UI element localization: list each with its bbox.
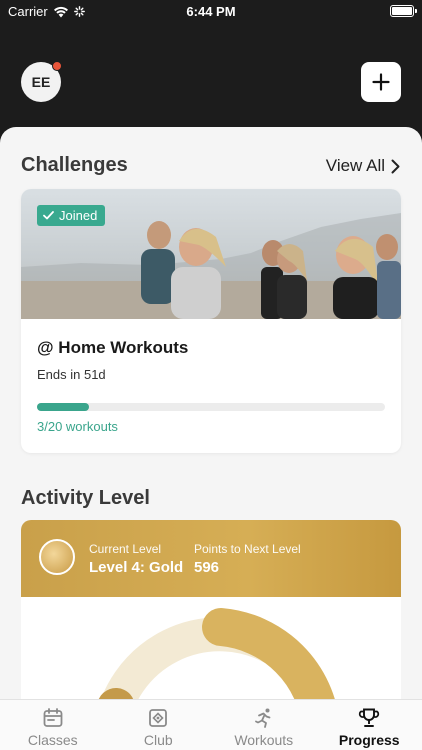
club-icon bbox=[149, 709, 168, 727]
points-label: Points to Next Level bbox=[194, 542, 301, 556]
trophy-icon bbox=[359, 708, 380, 727]
tab-label-workouts: Workouts bbox=[234, 732, 294, 748]
runner-icon bbox=[254, 708, 271, 728]
main-sheet: Challenges View All Joined @ Home Workou… bbox=[0, 127, 422, 750]
activity-level-title: Activity Level bbox=[21, 487, 150, 509]
tab-label-club: Club bbox=[143, 732, 173, 748]
tab-workouts[interactable]: Workouts bbox=[211, 700, 317, 750]
avatar[interactable]: EE bbox=[21, 61, 62, 102]
tab-classes[interactable]: Classes bbox=[0, 700, 106, 750]
notification-dot bbox=[52, 61, 62, 71]
view-all-label: View All bbox=[325, 156, 385, 175]
check-icon bbox=[43, 211, 54, 220]
plus-icon bbox=[372, 73, 390, 91]
challenge-progress-label: 3/20 workouts bbox=[37, 419, 118, 434]
tab-bar: Classes Club Workouts Progress bbox=[0, 699, 422, 750]
status-bar: Carrier 6:44 PM bbox=[0, 0, 422, 24]
challenge-progress-fill bbox=[37, 403, 90, 411]
points-block: Points to Next Level 596 bbox=[194, 542, 301, 576]
tab-label-progress: Progress bbox=[338, 732, 400, 748]
joined-label: Joined bbox=[59, 208, 98, 223]
add-button[interactable] bbox=[361, 62, 401, 102]
joined-badge: Joined bbox=[37, 205, 106, 226]
current-level-value: Level 4: Gold bbox=[89, 559, 184, 576]
avatar-initials: EE bbox=[31, 74, 51, 90]
challenge-card[interactable]: Joined @ Home Workouts Ends in 51d 3/20 … bbox=[21, 189, 401, 453]
points-value: 596 bbox=[194, 559, 220, 576]
current-level-block: Current Level Level 4: Gold bbox=[89, 542, 183, 576]
level-header: Current Level Level 4: Gold Points to Ne… bbox=[21, 520, 401, 597]
status-time: 6:44 PM bbox=[186, 4, 236, 19]
challenge-ends: Ends in 51d bbox=[37, 367, 106, 382]
calendar-icon bbox=[43, 708, 63, 727]
tab-progress[interactable]: Progress bbox=[317, 700, 422, 750]
tab-club[interactable]: Club bbox=[106, 700, 212, 750]
challenge-hero-image: Joined bbox=[21, 189, 401, 319]
battery-icon bbox=[390, 5, 417, 17]
tab-label-classes: Classes bbox=[27, 732, 78, 748]
challenge-name: @ Home Workouts bbox=[37, 338, 189, 357]
gold-medal-icon bbox=[39, 539, 75, 575]
view-all-link[interactable]: View All bbox=[326, 156, 400, 176]
challenges-title: Challenges bbox=[21, 154, 128, 176]
current-level-label: Current Level bbox=[89, 542, 162, 556]
chevron-right-icon bbox=[391, 159, 400, 173]
challenge-progress-bar bbox=[37, 403, 385, 411]
